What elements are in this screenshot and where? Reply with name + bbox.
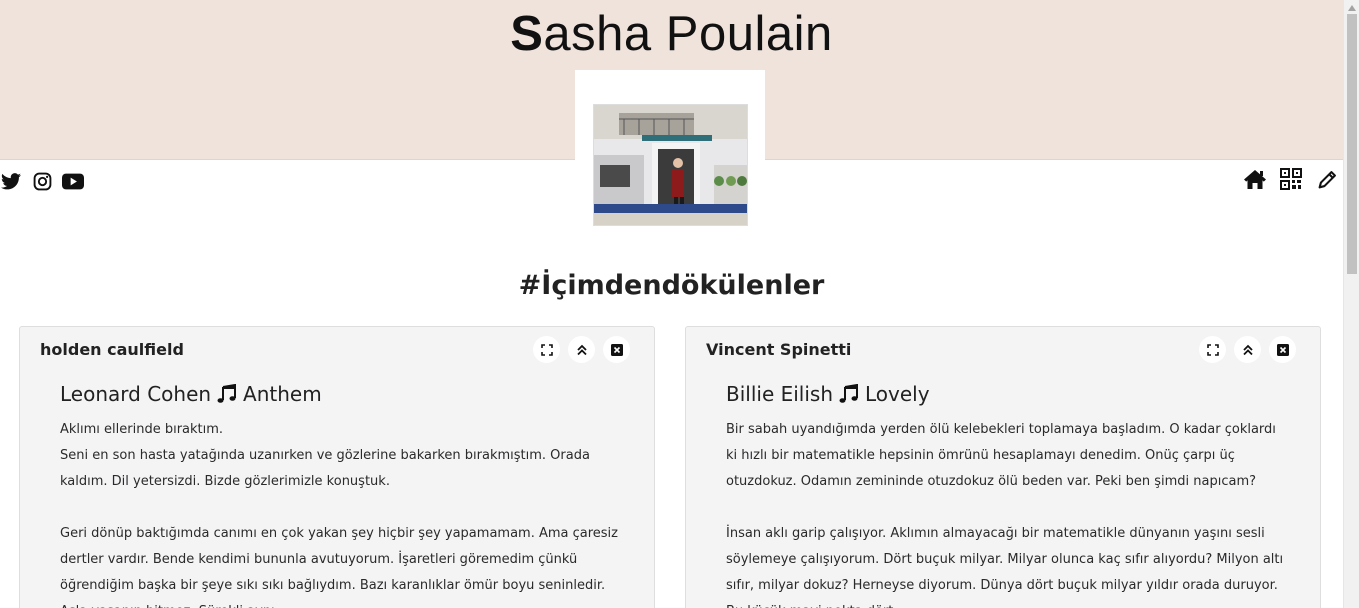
post-author[interactable]: Vincent Spinetti — [706, 340, 851, 359]
card-toolbar — [1199, 336, 1296, 363]
top-nav-icons — [1243, 168, 1339, 190]
instagram-icon[interactable] — [31, 170, 53, 192]
page: Sasha Poulain #İçimdendökülenler holden … — [0, 0, 1359, 608]
post-author[interactable]: holden caulfield — [40, 340, 184, 359]
lyric-line: Bir sabah uyandığımda yerden ölü kelebek… — [726, 422, 1276, 489]
post-card: Vincent Spinetti Billie Eilish Lovely Bi… — [685, 326, 1321, 608]
scrollbar-thumb[interactable] — [1347, 14, 1357, 274]
site-title-rest: asha Poulain — [543, 7, 833, 61]
close-icon[interactable] — [1269, 336, 1296, 363]
song-name: Anthem — [243, 382, 322, 406]
song-artist: Billie Eilish — [726, 382, 834, 406]
post-body: Aklımı ellerinde bıraktım. Seni en son h… — [60, 417, 620, 608]
profile-photo-frame — [575, 70, 765, 242]
song-title: Billie Eilish Lovely — [726, 382, 930, 406]
youtube-icon[interactable] — [62, 170, 84, 192]
post-card: holden caulfield Leonard Cohen Anthem Ak… — [19, 326, 655, 608]
edit-icon[interactable] — [1315, 168, 1339, 190]
music-note-icon — [839, 384, 859, 404]
lyric-line: Aklımı ellerinde bıraktım. — [60, 422, 224, 437]
lyric-line: Geri dönüp baktığımda canımı en çok yaka… — [60, 526, 618, 608]
twitter-icon[interactable] — [0, 170, 22, 192]
lyric-line: İnsan aklı garip çalışıyor. Aklımın alma… — [726, 526, 1284, 608]
lyric-line: Seni en son hasta yatağında uzanırken ve… — [60, 448, 590, 489]
site-title: Sasha Poulain — [0, 6, 1343, 62]
card-toolbar — [533, 336, 630, 363]
site-title-initial: S — [510, 7, 544, 61]
profile-photo[interactable] — [593, 104, 748, 226]
close-icon[interactable] — [603, 336, 630, 363]
song-name: Lovely — [865, 382, 930, 406]
collapse-icon[interactable] — [1234, 336, 1261, 363]
scroll-up-icon[interactable] — [1347, 3, 1357, 13]
collapse-icon[interactable] — [568, 336, 595, 363]
section-hashtag: #İçimdendökülenler — [518, 270, 825, 301]
expand-icon[interactable] — [1199, 336, 1226, 363]
music-note-icon — [217, 384, 237, 404]
post-body: Bir sabah uyandığımda yerden ölü kelebek… — [726, 417, 1286, 608]
page-scrollbar[interactable] — [1343, 0, 1359, 608]
qr-code-icon[interactable] — [1279, 168, 1303, 190]
social-links — [0, 170, 84, 192]
song-artist: Leonard Cohen — [60, 382, 212, 406]
expand-icon[interactable] — [533, 336, 560, 363]
song-title: Leonard Cohen Anthem — [60, 382, 322, 406]
home-icon[interactable] — [1243, 168, 1267, 190]
